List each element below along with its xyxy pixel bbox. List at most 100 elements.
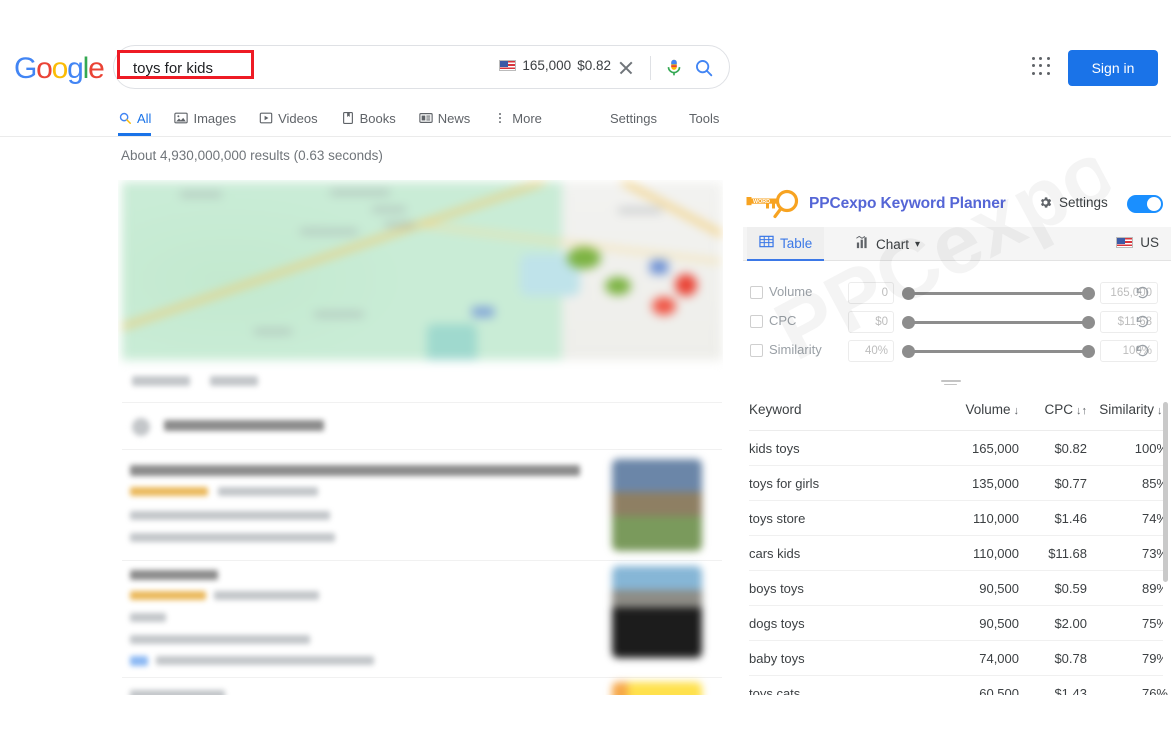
reset-icon[interactable] xyxy=(1134,313,1151,330)
filter-knob-max-similarity[interactable] xyxy=(1082,345,1095,358)
cell-similarity: 76% xyxy=(1087,675,1168,695)
sort-indicator-volume: ↓ xyxy=(1013,405,1020,417)
cell-volume: 74,000 xyxy=(924,640,1019,676)
col-header-similarity[interactable]: Similarity↓↑ xyxy=(1087,392,1168,431)
panel-resize-handle[interactable] xyxy=(941,380,961,389)
search-result-row-1[interactable] xyxy=(122,363,722,403)
result-thumbnail-2[interactable] xyxy=(612,566,702,658)
chevron-down-icon: ▾ xyxy=(915,238,921,250)
result-thumbnail-1[interactable] xyxy=(612,459,702,551)
cell-similarity: 79% xyxy=(1087,640,1168,676)
tab-table[interactable]: Table xyxy=(747,227,825,261)
chart-icon xyxy=(855,235,870,253)
filter-knob-min-cpc[interactable] xyxy=(902,316,915,329)
toggle-knob xyxy=(1147,197,1161,211)
panel-power-toggle[interactable] xyxy=(1127,195,1163,213)
filter-checkbox-volume[interactable] xyxy=(750,286,763,299)
nav-tab-videos-label: Videos xyxy=(278,110,318,126)
table-icon xyxy=(759,234,774,252)
locale-selector[interactable]: US xyxy=(1116,235,1159,250)
nav-tools-link[interactable]: Tools xyxy=(689,111,719,126)
nav-tab-news-label: News xyxy=(437,110,471,126)
col-header-cpc[interactable]: CPC ↓↑ xyxy=(1019,392,1087,431)
col-header-keyword[interactable]: Keyword xyxy=(749,392,924,431)
panel-settings-button[interactable]: Settings xyxy=(1038,195,1108,210)
cell-volume: 60,500 xyxy=(924,675,1019,695)
keyword-table-body: kids toys 165,000 $0.82 100% toys for gi… xyxy=(749,430,1168,695)
search-icon[interactable] xyxy=(693,57,715,79)
filter-checkbox-cpc[interactable] xyxy=(750,315,763,328)
cell-similarity: 74% xyxy=(1087,500,1168,536)
nav-tab-videos[interactable]: Videos xyxy=(259,100,318,136)
tab-chart[interactable]: Chart ▾ xyxy=(843,227,932,261)
search-volume-value: 165,000 xyxy=(522,58,572,73)
filter-track-similarity[interactable] xyxy=(907,350,1089,353)
filter-label-volume: Volume xyxy=(769,284,813,299)
table-row[interactable]: toys for girls 135,000 $0.77 85% xyxy=(749,465,1168,501)
cell-keyword: baby toys xyxy=(749,640,924,676)
nav-tab-more[interactable]: More xyxy=(493,100,542,136)
search-bar[interactable]: 165,000 $0.82 xyxy=(113,45,730,89)
search-result-row-2[interactable] xyxy=(122,404,722,450)
tab-table-label: Table xyxy=(780,235,813,251)
filter-knob-min-similarity[interactable] xyxy=(902,345,915,358)
table-row[interactable]: dogs toys 90,500 $2.00 75% xyxy=(749,605,1168,641)
nav-tab-images-label: Images xyxy=(193,110,237,126)
nav-tab-books[interactable]: Books xyxy=(341,100,396,136)
filter-knob-min-volume[interactable] xyxy=(902,287,915,300)
filter-knob-max-cpc[interactable] xyxy=(1082,316,1095,329)
google-logo[interactable]: Google xyxy=(14,52,105,86)
cell-cpc: $11.68 xyxy=(1019,535,1087,571)
search-nav: All Images Videos Books News More Settin… xyxy=(0,100,1171,137)
keyword-magnifier-icon: WORD xyxy=(744,189,806,219)
filter-label-cpc: CPC xyxy=(769,313,797,328)
filter-knob-max-volume[interactable] xyxy=(1082,287,1095,300)
table-row[interactable]: boys toys 90,500 $0.59 89% xyxy=(749,570,1168,606)
filter-track-volume[interactable] xyxy=(907,292,1089,295)
us-flag-icon xyxy=(1116,237,1134,248)
result-thumbnail-3[interactable] xyxy=(612,682,702,695)
nav-tab-all[interactable]: All xyxy=(118,100,151,136)
google-header: Google 165,000 $0.82 xyxy=(0,0,1171,137)
search-result-row-5[interactable] xyxy=(122,678,722,695)
table-scrollbar-thumb[interactable] xyxy=(1163,402,1168,582)
more-vertical-icon xyxy=(493,111,507,125)
reset-icon[interactable] xyxy=(1134,284,1151,301)
microphone-icon[interactable] xyxy=(663,57,685,79)
sign-in-button[interactable]: Sign in xyxy=(1068,50,1158,86)
filter-min-volume[interactable]: 0 xyxy=(848,282,894,304)
search-result-row-3[interactable] xyxy=(122,451,722,561)
cell-cpc: $0.78 xyxy=(1019,640,1087,676)
search-result-row-4[interactable] xyxy=(122,560,722,678)
cell-similarity: 89% xyxy=(1087,570,1168,606)
map-thumbnail[interactable] xyxy=(122,182,722,360)
nav-tab-images[interactable]: Images xyxy=(174,100,236,136)
table-row[interactable]: toys cats 60,500 $1.43 76% xyxy=(749,675,1168,695)
panel-settings-label: Settings xyxy=(1059,195,1108,210)
cell-cpc: $0.77 xyxy=(1019,465,1087,501)
cell-keyword: toys for girls xyxy=(749,465,924,501)
filter-label-similarity: Similarity xyxy=(769,342,822,357)
logo-word-text: WORD xyxy=(753,199,770,205)
table-row[interactable]: cars kids 110,000 $11.68 73% xyxy=(749,535,1168,571)
cell-volume: 110,000 xyxy=(924,535,1019,571)
cell-volume: 90,500 xyxy=(924,570,1019,606)
nav-tab-news[interactable]: News xyxy=(419,100,471,136)
filter-min-similarity[interactable]: 40% xyxy=(848,340,894,362)
filter-track-cpc[interactable] xyxy=(907,321,1089,324)
table-row[interactable]: kids toys 165,000 $0.82 100% xyxy=(749,430,1168,466)
close-icon[interactable] xyxy=(615,57,637,79)
nav-tab-books-label: Books xyxy=(359,110,396,126)
filter-min-cpc[interactable]: $0 xyxy=(848,311,894,333)
logo-letter-o2: o xyxy=(51,52,69,85)
table-row[interactable]: baby toys 74,000 $0.78 79% xyxy=(749,640,1168,676)
col-header-volume[interactable]: Volume ↓ xyxy=(924,392,1019,431)
ppcexpo-panel: WORD PPCexpo Keyword Planner Settings Ta… xyxy=(735,125,1171,695)
filter-checkbox-similarity[interactable] xyxy=(750,344,763,357)
search-input[interactable] xyxy=(131,56,501,80)
keyword-table: Keyword Volume↓ CPC↓↑ Similarity↓↑ xyxy=(749,392,1168,695)
nav-settings-link[interactable]: Settings xyxy=(610,111,657,126)
reset-icon[interactable] xyxy=(1134,342,1151,359)
table-row[interactable]: toys store 110,000 $1.46 74% xyxy=(749,500,1168,536)
apps-grid-icon[interactable] xyxy=(1032,57,1052,77)
